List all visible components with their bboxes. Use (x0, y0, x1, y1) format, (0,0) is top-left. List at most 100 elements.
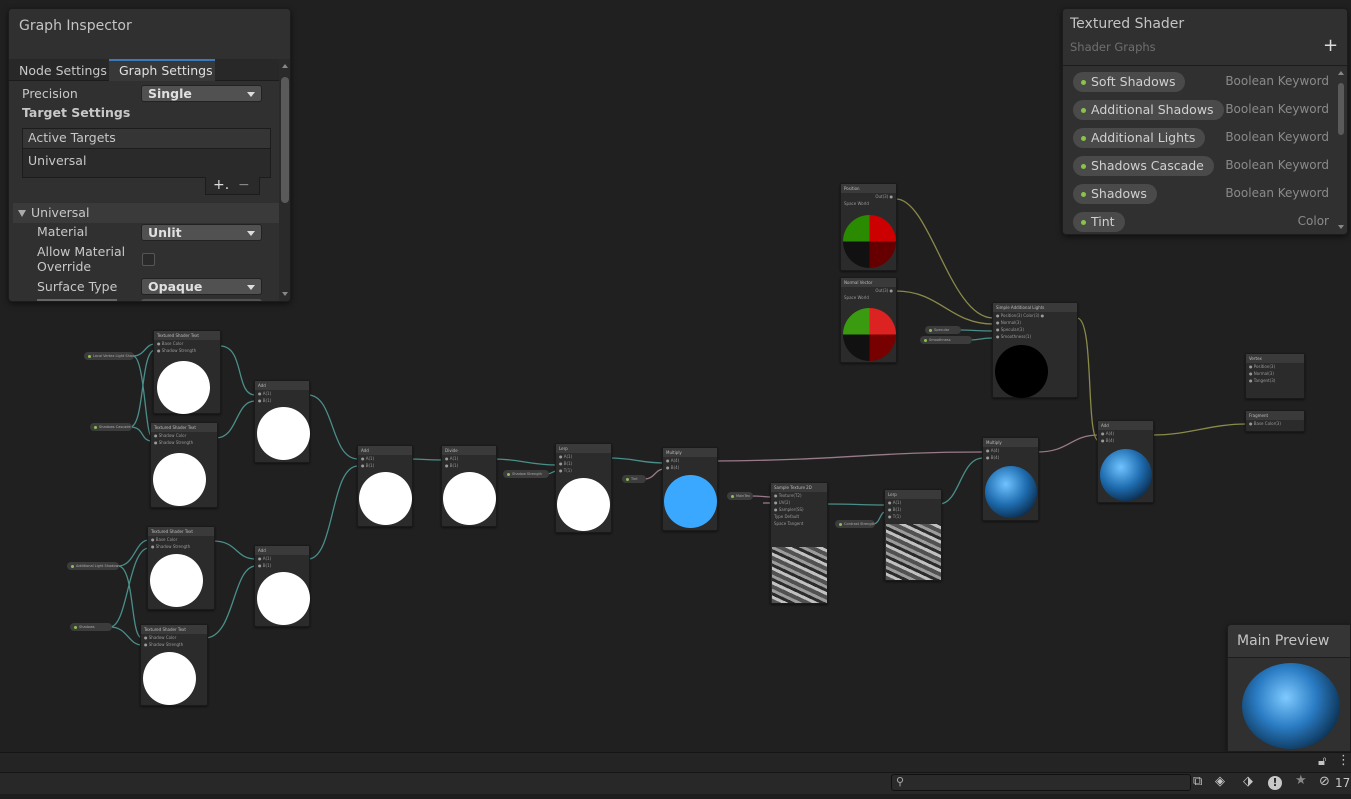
property-node[interactable]: Tint (622, 475, 646, 483)
property-node[interactable]: Contrast Strength (835, 520, 875, 528)
property-node[interactable]: Local Vertex Light Shadow (84, 352, 134, 360)
search-field[interactable]: ⚲ (891, 774, 1191, 791)
node-port: ● B(1) (258, 398, 272, 403)
add-target-button[interactable]: +. (213, 177, 229, 193)
graph-node[interactable]: Lerp ● A(1) ● B(1) ● T(1) (884, 489, 942, 581)
surface-type-label: Surface Type (37, 279, 118, 294)
lock-icon[interactable]: 🔓︎ (1318, 754, 1326, 769)
graph-node[interactable]: Multiply ● A(4) ● B(4) (662, 447, 718, 531)
node-title: Vertex (1246, 354, 1304, 363)
alert-icon[interactable]: ! (1268, 776, 1282, 790)
graph-node[interactable]: Textured Shader Text ● Base Color ● Shad… (153, 330, 221, 414)
node-preview (843, 215, 896, 268)
property-node[interactable]: Shadows (70, 623, 112, 631)
remove-target-button[interactable]: − (238, 177, 250, 193)
property-pill-tint[interactable]: Tint (1073, 212, 1125, 232)
target-list-item[interactable]: Universal (28, 153, 86, 168)
blackboard-row[interactable]: Additional Lights Boolean Keyword (1073, 126, 1337, 148)
node-port: ● T(1) (888, 514, 901, 519)
graph-node[interactable]: Add ● A(4) ● B(4) (1097, 420, 1154, 503)
graph-node[interactable]: Sample Texture 2D ● Texture(T2) ● UV(2) … (770, 482, 828, 604)
graph-node[interactable]: Lerp ● A(1) ● B(1) ● T(1) (555, 443, 612, 533)
node-title: Add (358, 446, 412, 455)
scrollbar-thumb[interactable] (1338, 83, 1344, 135)
master-fragment-block[interactable]: Fragment ● Base Color(3) (1245, 410, 1305, 432)
graph-node[interactable]: Textured Shader Text ● Shadow Color ● Sh… (140, 624, 208, 706)
status-lower-strip (0, 794, 1351, 799)
blackboard-scrollbar[interactable] (1336, 69, 1346, 234)
node-port: ● A(4) (986, 448, 1000, 453)
property-pill-additional-lights[interactable]: Additional Lights (1073, 128, 1206, 148)
material-dropdown[interactable]: Unlit (141, 224, 262, 241)
hidden-eye-icon[interactable]: ⊘ (1319, 774, 1330, 789)
node-port: ● Shadow Strength (154, 440, 194, 445)
main-preview[interactable]: Main Preview (1227, 624, 1351, 752)
add-property-button[interactable]: + (1323, 35, 1338, 56)
node-port: Type Default (774, 514, 800, 519)
blackboard-row[interactable]: Soft Shadows Boolean Keyword (1073, 70, 1337, 92)
graph-node[interactable]: Multiply ● A(4) ● B(4) (982, 437, 1039, 521)
tab-node-settings[interactable]: Node Settings (19, 63, 107, 78)
property-pill-soft-shadows[interactable]: Soft Shadows (1073, 72, 1186, 92)
node-title: Textured Shader Text (148, 527, 214, 536)
property-pill-additional-shadows[interactable]: Additional Shadows (1073, 100, 1224, 120)
graph-node[interactable]: Simple Additional Lights ● Position(3) C… (992, 302, 1078, 398)
image-search-icon[interactable]: ⧉ (1193, 774, 1202, 789)
graph-node[interactable]: Divide ● A(1) ● B(1) (441, 445, 497, 527)
hidden-count: 17 (1335, 776, 1351, 790)
property-type: Boolean Keyword (1225, 130, 1329, 144)
blackboard-title: Textured Shader (1070, 16, 1185, 32)
precision-dropdown[interactable]: Single (141, 85, 262, 102)
property-pill-shadows[interactable]: Shadows (1073, 184, 1157, 204)
status-upper-row (0, 753, 1351, 773)
blackboard-row[interactable]: Shadows Boolean Keyword (1073, 182, 1337, 204)
property-node[interactable]: MainTex (727, 492, 753, 500)
node-port: ● Shadow Strength (157, 348, 197, 353)
graph-node[interactable]: Position Out(3) ● Space World (840, 183, 897, 271)
material-label: Material (37, 224, 88, 239)
blackboard-row[interactable]: Shadows Cascade Boolean Keyword (1073, 154, 1337, 176)
active-targets-label: Active Targets (28, 130, 116, 145)
node-preview (557, 478, 610, 531)
graph-node[interactable]: Textured Shader Text ● Shadow Color ● Sh… (150, 422, 218, 508)
property-node[interactable]: Smoothness (920, 336, 972, 344)
property-node[interactable]: Shadow Strength (503, 470, 549, 478)
master-vertex-block[interactable]: Vertex ● Position(3) ● Normal(3) ● Tange… (1245, 353, 1305, 399)
search-input[interactable] (908, 776, 1186, 789)
node-port: Out(3) ● (875, 288, 893, 293)
node-preview (443, 472, 496, 525)
node-port: ● UV(2) (774, 500, 791, 505)
surface-type-dropdown[interactable]: Opaque (141, 278, 262, 295)
blackboard-row[interactable]: Additional Shadows Boolean Keyword (1073, 98, 1337, 120)
property-pill-shadows-cascade[interactable]: Shadows Cascade (1073, 156, 1214, 176)
graph-canvas[interactable]: Local Vertex Light Shadow Shadows Cascad… (0, 0, 1351, 752)
node-port: ● Sampler(SS) (774, 507, 804, 512)
node-preview (985, 466, 1037, 518)
graph-node[interactable]: Textured Shader Text ● Base Color ● Shad… (147, 526, 215, 610)
node-title: Lerp (556, 444, 611, 453)
graph-node[interactable]: Normal Vector Out(3) ● Space World (840, 277, 897, 363)
allow-override-checkbox[interactable] (142, 253, 155, 266)
graph-node[interactable]: Add ● A(1) ● B(1) (357, 445, 413, 527)
scroll-up-icon[interactable] (282, 64, 288, 68)
scroll-down-icon[interactable] (1338, 225, 1344, 229)
tag-icon[interactable]: ⬗ (1243, 774, 1253, 789)
scroll-down-icon[interactable] (282, 292, 288, 296)
node-preview (150, 554, 203, 607)
graph-node[interactable]: Add ● A(1) ● B(1) (254, 380, 310, 463)
property-node[interactable]: Additional Light Shadows (67, 562, 119, 570)
scrollbar-thumb[interactable] (281, 77, 289, 203)
star-icon[interactable]: ★ (1295, 773, 1307, 788)
blackboard-row[interactable]: Tint Color (1073, 210, 1337, 232)
node-port: ● A(1) (258, 391, 272, 396)
property-node[interactable]: Shadows Cascade (90, 423, 132, 431)
node-port: ● A(1) (258, 556, 272, 561)
scroll-up-icon[interactable] (1338, 71, 1344, 75)
main-preview-sphere[interactable] (1242, 663, 1340, 749)
graph-node[interactable]: Add ● A(1) ● B(1) (254, 545, 310, 627)
inspector-scrollbar[interactable] (279, 59, 290, 301)
property-node[interactable]: Specular (925, 326, 961, 334)
shapes-filter-icon[interactable]: ◈ (1215, 774, 1225, 789)
more-options-icon[interactable]: ⋮ (1337, 753, 1350, 768)
node-preview (664, 475, 717, 528)
